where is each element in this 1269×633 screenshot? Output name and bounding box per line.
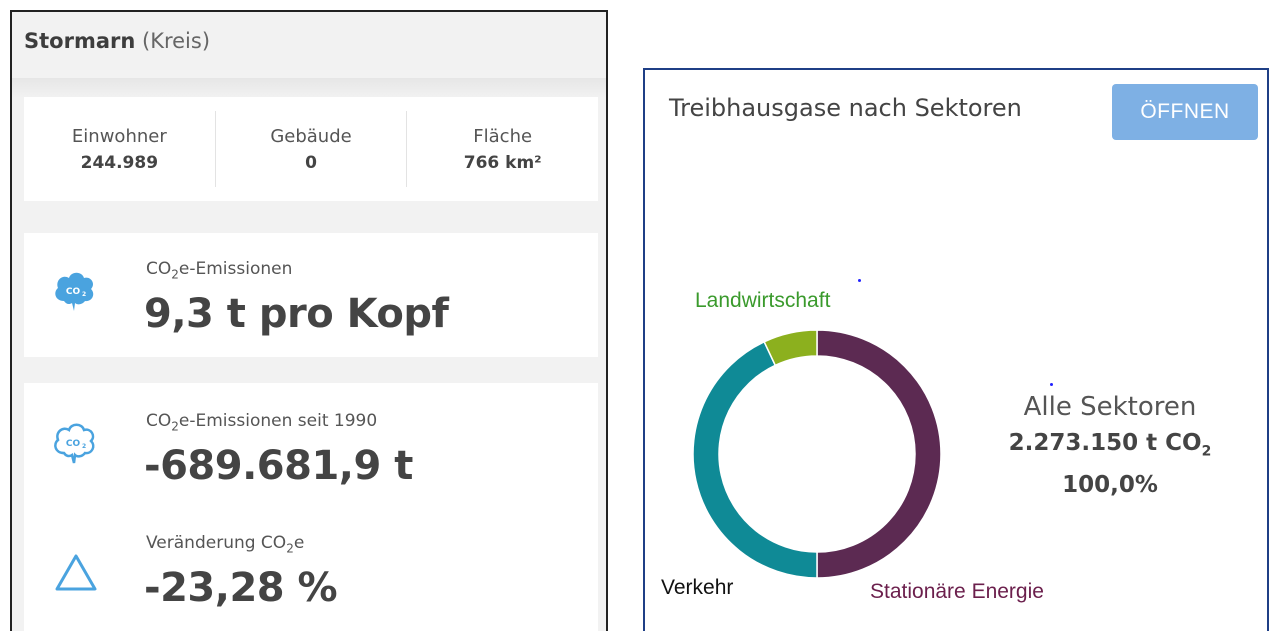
stat-label: Fläche bbox=[473, 125, 533, 147]
slice-label: Verkehr bbox=[661, 576, 733, 599]
stat-label: Gebäude bbox=[270, 125, 352, 147]
slice-label: Landwirtschaft bbox=[695, 289, 831, 312]
emissions-since-1990-value: -689.681,9 t bbox=[144, 443, 413, 489]
change-label: Veränderung CO2e bbox=[146, 533, 305, 556]
donut-slice-stationäre-energie[interactable] bbox=[816, 329, 942, 579]
emissions-since-1990-label: CO2e-Emissionen seit 1990 bbox=[146, 411, 378, 434]
summary-label: Alle Sektoren bbox=[1023, 392, 1197, 422]
co2-cloud-filled-icon: CO 2 bbox=[52, 267, 96, 328]
stat-label: Einwohner bbox=[71, 125, 167, 147]
sector-panel: Treibhausgase nach Sektoren ÖFFNEN Stati… bbox=[643, 68, 1269, 631]
stat-population: Einwohner 244.989 bbox=[24, 97, 215, 201]
stat-value: 766 km² bbox=[463, 152, 542, 173]
emissions-change-card: CO 2 CO2e-Emissionen seit 1990 -689.681,… bbox=[24, 383, 598, 633]
triangle-delta-icon bbox=[54, 553, 98, 598]
svg-text:2: 2 bbox=[82, 291, 86, 298]
change-value: -23,28 % bbox=[144, 565, 338, 611]
donut-slice-verkehr[interactable] bbox=[692, 340, 818, 579]
svg-text:2: 2 bbox=[82, 443, 86, 450]
region-title: Stormarn (Kreis) bbox=[24, 29, 210, 53]
sector-donut-chart: Stationäre Energie Verkehr Landwirtschaft bbox=[661, 289, 1044, 603]
chart-summary: Alle Sektoren 2.273.150 t CO2 100,0% bbox=[975, 392, 1245, 498]
slice-label: Stationäre Energie bbox=[870, 580, 1044, 603]
title-divider bbox=[12, 78, 606, 98]
summary-value: 2.273.150 t CO2 bbox=[1008, 430, 1212, 460]
region-name: Stormarn bbox=[24, 29, 136, 53]
emissions-per-capita-label: CO2e-Emissionen bbox=[146, 259, 293, 282]
marker-dot bbox=[858, 279, 861, 282]
stat-buildings: Gebäude 0 bbox=[216, 97, 407, 201]
summary-percent: 100,0% bbox=[1062, 471, 1158, 498]
stat-value: 244.989 bbox=[80, 152, 159, 173]
stats-card: Einwohner 244.989 Gebäude 0 Fläche 766 k… bbox=[24, 97, 598, 201]
emissions-per-capita-value: 9,3 t pro Kopf bbox=[144, 291, 449, 337]
emissions-per-capita-card: CO 2 CO2e-Emissionen 9,3 t pro Kopf bbox=[24, 233, 598, 357]
region-type: (Kreis) bbox=[142, 29, 211, 53]
svg-text:CO: CO bbox=[66, 287, 81, 297]
region-panel: Stormarn (Kreis) Einwohner 244.989 Gebäu… bbox=[10, 10, 608, 633]
stat-area: Fläche 766 km² bbox=[407, 97, 598, 201]
marker-dot bbox=[1050, 383, 1053, 386]
svg-text:CO: CO bbox=[66, 439, 81, 449]
co2-cloud-outline-icon: CO 2 bbox=[52, 419, 96, 480]
donut-slice-landwirtschaft[interactable] bbox=[763, 329, 818, 367]
stat-value: 0 bbox=[305, 152, 317, 173]
